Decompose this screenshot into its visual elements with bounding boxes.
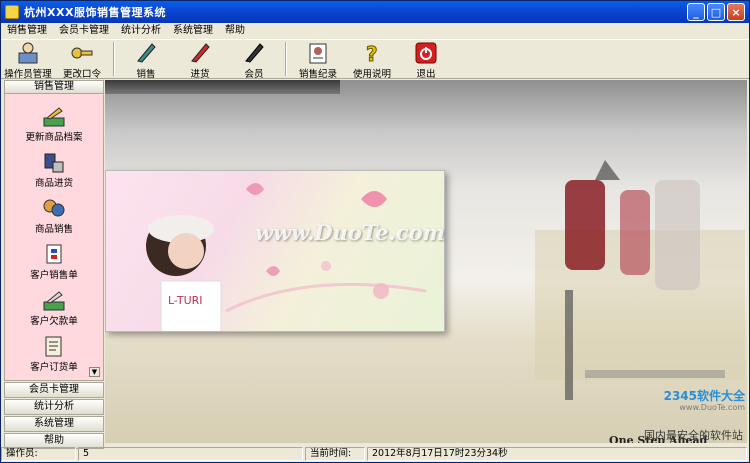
scroll-down-button[interactable]: ▼ [89,367,100,377]
change-password-button[interactable]: 更改口令 [55,40,109,80]
title-bar[interactable]: 杭州XXX服饰销售管理系统 _ □ × [1,1,749,23]
logo-site-text: www.DuoTe.com [679,403,745,412]
sales-record-button[interactable]: 销售纪录 [291,40,345,80]
sidebar-item-debt[interactable]: 客户欠款单 [5,288,103,327]
background-image-area: L-TURI www.DuoTe.com One Step Ahead 2345… [105,80,747,443]
app-icon [5,5,19,19]
svg-text:L-TURI: L-TURI [168,294,203,307]
sidebar-header-sales[interactable]: 销售管理 [4,80,104,94]
menu-statistics[interactable]: 统计分析 [115,24,167,38]
menu-system[interactable]: 系统管理 [167,24,219,38]
exit-label: 退出 [416,69,436,80]
sidebar-section-member-card[interactable]: 会员卡管理 [4,382,104,398]
minimize-button[interactable]: _ [687,3,705,21]
sidebar-item-label: 客户销售单 [30,270,78,281]
member-button[interactable]: 会员 [227,40,281,80]
sidebar: 销售管理 更新商品档案 商品进货 商品销售 客户销售单 客户欠款单 客户订货单 … [4,80,104,449]
window-title: 杭州XXX服饰销售管理系统 [24,6,166,19]
toolbar: 操作员管理 更改口令 销售 进货 会员 销售纪录 ? 使用说明 退出 [1,39,749,81]
close-button[interactable]: × [727,3,745,21]
help-manual-label: 使用说明 [352,69,391,80]
sidebar-item-sales[interactable]: 商品销售 [5,196,103,235]
operator-value-cell: 5 [78,447,303,461]
black-pen-icon [242,41,266,65]
operator-button[interactable]: 操作员管理 [1,40,55,80]
update-product-icon [41,104,67,128]
sidebar-panel: 更新商品档案 商品进货 商品销售 客户销售单 客户欠款单 客户订货单 ▼ [4,94,104,381]
duote-watermark: www.DuoTe.com [255,220,445,245]
stock-in-label: 进货 [190,69,210,80]
time-label-cell: 当前时间: [305,447,365,461]
time-value-cell: 2012年8月17日17时23分34秒 [367,447,747,461]
sales-label: 销售 [136,69,156,80]
sidebar-section-system[interactable]: 系统管理 [4,416,104,432]
menu-member-card[interactable]: 会员卡管理 [53,24,115,38]
sidebar-item-label: 商品进货 [34,178,73,189]
sidebar-item-stock-in[interactable]: 商品进货 [5,150,103,189]
toolbar-separator [285,42,287,76]
order-form-icon [41,334,67,358]
help-manual-button[interactable]: ? 使用说明 [345,40,399,81]
operator-label-cell: 操作员: [1,447,76,461]
power-icon [414,41,438,65]
keyboard-image [105,80,340,94]
model-photo: L-TURI [105,170,445,332]
member-label: 会员 [244,69,264,80]
logo-brand-text: 2345软件大全 [663,389,745,403]
main-window: 杭州XXX服饰销售管理系统 _ □ × 销售管理 会员卡管理 统计分析 系统管理… [0,0,750,463]
menu-bar: 销售管理 会员卡管理 统计分析 系统管理 帮助 [1,23,749,39]
customer-order-icon [41,242,67,266]
sidebar-item-label: 客户订货单 [30,362,78,373]
debt-icon [41,288,67,312]
menu-help[interactable]: 帮助 [219,24,251,38]
red-pen-icon [188,41,212,65]
sidebar-item-update-product[interactable]: 更新商品档案 [5,104,103,143]
change-password-label: 更改口令 [62,69,101,80]
sales-record-label: 销售纪录 [298,69,337,80]
sidebar-item-label: 客户欠款单 [30,316,78,327]
sales-button[interactable]: 销售 [119,40,173,80]
sidebar-item-label: 更新商品档案 [25,132,83,143]
stock-in-icon [41,150,67,174]
maximize-button[interactable]: □ [707,3,725,21]
operator-icon [16,41,40,65]
status-bar: 操作员: 5 当前时间: 2012年8月17日17时23分34秒 [1,446,749,462]
stock-in-button[interactable]: 进货 [173,40,227,80]
exit-button[interactable]: 退出 [399,40,453,80]
record-icon [306,41,330,65]
svg-text:?: ? [366,42,378,65]
menu-sales[interactable]: 销售管理 [1,24,53,38]
2345-logo: 2345软件大全 www.DuoTe.com [615,387,745,427]
help-icon: ? [360,41,384,66]
sidebar-item-customer-order[interactable]: 客户销售单 [5,242,103,281]
toolbar-separator [113,42,115,76]
pen-icon [134,41,158,65]
sidebar-section-statistics[interactable]: 统计分析 [4,399,104,415]
sales-icon [41,196,67,220]
key-icon [70,41,94,65]
operator-label: 操作员管理 [4,69,52,80]
safe-software-text: 国内最安全的软件站 [644,429,743,442]
sidebar-item-label: 商品销售 [34,224,73,235]
